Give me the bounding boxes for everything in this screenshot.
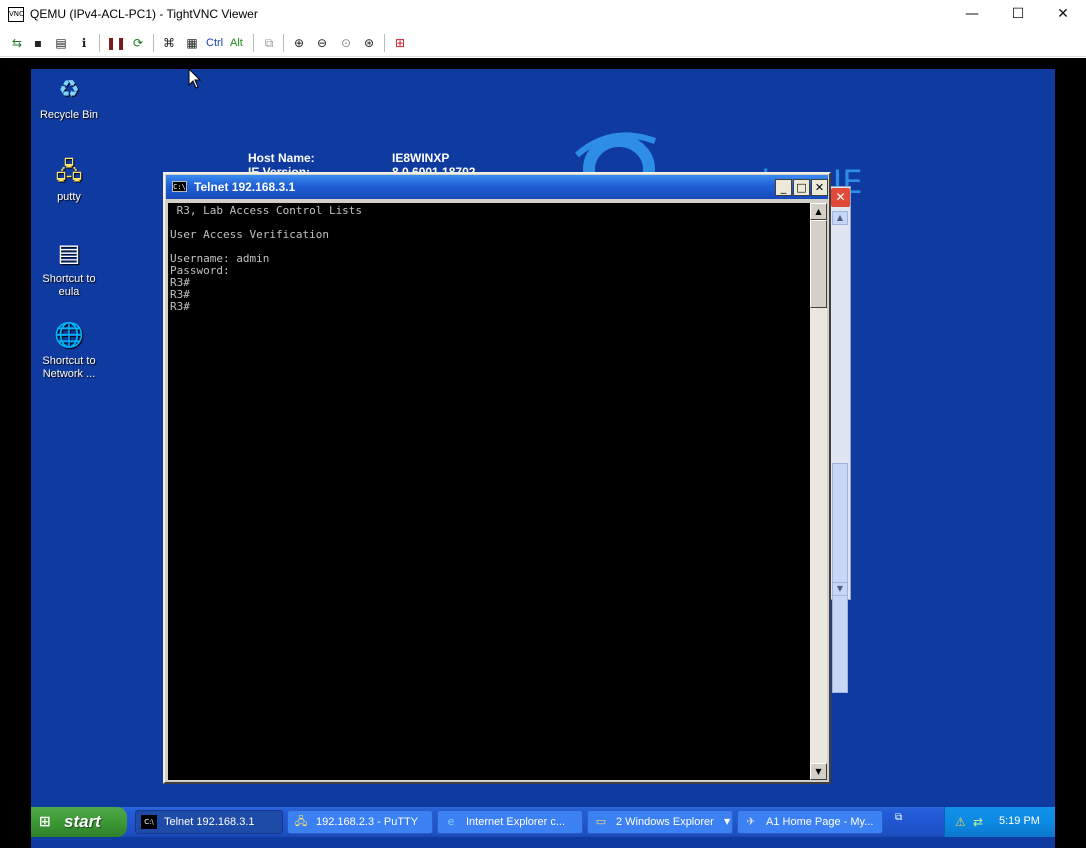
- desktop-icon-network[interactable]: 🌐 Shortcut to Network ...: [31, 319, 107, 381]
- info-icon[interactable]: ℹ: [75, 34, 93, 52]
- toolbar-separator: [283, 34, 284, 52]
- minimize-button[interactable]: —: [949, 0, 995, 29]
- putty-icon: 🖧: [55, 157, 83, 185]
- start-button[interactable]: ⊞ start: [31, 807, 127, 837]
- vnc-app-icon: VNC: [8, 7, 24, 22]
- zoom-in-icon[interactable]: ⊕: [290, 34, 308, 52]
- zoom-fit-icon[interactable]: ⊛: [360, 34, 378, 52]
- zoom-out-icon[interactable]: ⊖: [313, 34, 331, 52]
- console-icon: C:\: [141, 815, 157, 829]
- console-line: R3#: [170, 300, 190, 313]
- taskbar: ⊞ start C:\ Telnet 192.168.3.1 🖧 192.168…: [31, 807, 1055, 837]
- putty-icon: 🖧: [294, 815, 308, 828]
- internet-explorer-icon: e: [447, 815, 455, 828]
- background-window[interactable]: ✕ ▲ ▼: [829, 186, 851, 693]
- console-line: Password:: [170, 264, 230, 277]
- transfer-icon[interactable]: ⧉: [260, 34, 278, 52]
- scrollbar-thumb[interactable]: [832, 463, 848, 693]
- telnet-window[interactable]: C:\ Telnet 192.168.3.1 _ □ ✕ R3, Lab Acc…: [163, 172, 831, 784]
- taskbar-button-explorer-group[interactable]: ▭ 2 Windows Explorer ▼: [587, 810, 733, 834]
- new-connection-icon[interactable]: ⇆: [8, 34, 26, 52]
- vnc-viewer-window: VNC QEMU (IPv4-ACL-PC1) - TightVNC Viewe…: [0, 0, 1086, 848]
- scroll-up-icon[interactable]: ▲: [832, 211, 848, 225]
- network-status-icon[interactable]: ⇄: [973, 814, 989, 830]
- console-line: R3, Lab Access Control Lists: [170, 204, 363, 217]
- save-icon[interactable]: ▪: [29, 34, 47, 52]
- vnc-toolbar: ⇆ ▪ ▤ ℹ ❚❚ ⟳ ⌘ ▦ Ctrl Alt ⧉ ⊕ ⊖ ⊙ ⊛ ⊞: [0, 29, 1086, 57]
- close-icon[interactable]: ✕: [831, 188, 850, 207]
- scrollbar-thumb[interactable]: [810, 220, 827, 308]
- windows-logo-icon: ⊞: [39, 814, 51, 830]
- alt-key-button[interactable]: Alt: [230, 34, 243, 52]
- recycle-bin-icon: ♻: [58, 75, 80, 103]
- console-line: Username: admin: [170, 252, 270, 265]
- host-name-label: Host Name:: [248, 151, 315, 165]
- remote-desktop[interactable]: ♻ Recycle Bin 🖧 putty ▤ Shortcut to eula…: [31, 69, 1055, 848]
- console-icon: C:\: [172, 181, 187, 192]
- console-line: R3#: [170, 288, 190, 301]
- telnet-minimize-button[interactable]: _: [775, 179, 792, 196]
- ctrl-key-button[interactable]: Ctrl: [206, 34, 223, 52]
- taskbar-button-putty[interactable]: 🖧 192.168.2.3 - PuTTY: [287, 810, 433, 834]
- toolbar-separator: [253, 34, 254, 52]
- console-scrollbar[interactable]: ▲ ▼: [810, 203, 827, 780]
- system-tray: ⚠ ⇄ 5:19 PM: [944, 807, 1055, 837]
- mouse-cursor-icon: [188, 68, 202, 89]
- ctrl-alt-del-icon[interactable]: ⌘: [160, 34, 178, 52]
- restore-icon[interactable]: ⧉: [895, 812, 909, 832]
- desktop-icon-label: putty: [57, 191, 81, 203]
- fullscreen-icon[interactable]: ⊞: [391, 34, 409, 52]
- desktop-icon-putty[interactable]: 🖧 putty: [31, 155, 107, 204]
- close-button[interactable]: ✕: [1040, 0, 1086, 29]
- vnc-title-bar[interactable]: VNC QEMU (IPv4-ACL-PC1) - TightVNC Viewe…: [0, 0, 1086, 29]
- toolbar-separator: [384, 34, 385, 52]
- zoom-100-icon[interactable]: ⊙: [337, 34, 355, 52]
- desktop-icon-label: Shortcut to eula: [42, 273, 96, 298]
- taskbar-button-label: Internet Explorer c...: [466, 816, 566, 828]
- console-line: R3#: [170, 276, 190, 289]
- taskbar-button-label: 2 Windows Explorer: [616, 816, 714, 828]
- folder-icon: ▭: [595, 815, 607, 828]
- taskbar-button-telnet[interactable]: C:\ Telnet 192.168.3.1: [135, 810, 283, 834]
- taskbar-button-ie[interactable]: e Internet Explorer c...: [437, 810, 583, 834]
- pause-icon[interactable]: ❚❚: [106, 34, 126, 52]
- telnet-maximize-button[interactable]: □: [793, 179, 810, 196]
- desktop-icon-eula[interactable]: ▤ Shortcut to eula: [31, 237, 107, 299]
- toolbar-separator: [99, 34, 100, 52]
- ctrl-esc-icon[interactable]: ▦: [183, 34, 201, 52]
- desktop-icon-label: Recycle Bin: [39, 109, 99, 121]
- toolbar-separator: [153, 34, 154, 52]
- taskbar-button-a1-home[interactable]: ✈ A1 Home Page - My...: [737, 810, 883, 834]
- window-title: QEMU (IPv4-ACL-PC1) - TightVNC Viewer: [30, 7, 258, 21]
- telnet-title: Telnet 192.168.3.1: [194, 180, 296, 194]
- scroll-up-icon[interactable]: ▲: [810, 203, 827, 220]
- taskbar-button-label: A1 Home Page - My...: [766, 816, 874, 828]
- network-globe-icon: 🌐: [54, 321, 84, 349]
- console-line: User Access Verification: [170, 228, 329, 241]
- text-document-icon: ▤: [57, 239, 81, 267]
- console-output[interactable]: R3, Lab Access Control Lists User Access…: [168, 203, 810, 780]
- scroll-down-icon[interactable]: ▼: [810, 763, 827, 780]
- security-alert-icon[interactable]: ⚠: [955, 814, 971, 830]
- telnet-close-button[interactable]: ✕: [811, 179, 828, 196]
- telnet-title-bar[interactable]: C:\ Telnet 192.168.3.1 _ □ ✕: [166, 175, 828, 199]
- desktop-icon-label: Shortcut to Network ...: [42, 355, 96, 380]
- chevron-down-icon: ▼: [724, 817, 731, 826]
- start-label: start: [64, 812, 101, 831]
- maximize-button[interactable]: ☐: [995, 0, 1041, 29]
- host-name-value: IE8WINXP: [392, 151, 450, 165]
- refresh-icon[interactable]: ⟳: [129, 34, 147, 52]
- desktop-icon-recycle-bin[interactable]: ♻ Recycle Bin: [31, 73, 107, 122]
- taskbar-button-label: 192.168.2.3 - PuTTY: [316, 816, 419, 828]
- options-icon[interactable]: ▤: [52, 34, 70, 52]
- clock[interactable]: 5:19 PM: [999, 815, 1040, 827]
- scroll-down-icon[interactable]: ▼: [832, 582, 848, 596]
- application-icon: ✈: [746, 815, 756, 828]
- taskbar-button-label: Telnet 192.168.3.1: [164, 816, 255, 828]
